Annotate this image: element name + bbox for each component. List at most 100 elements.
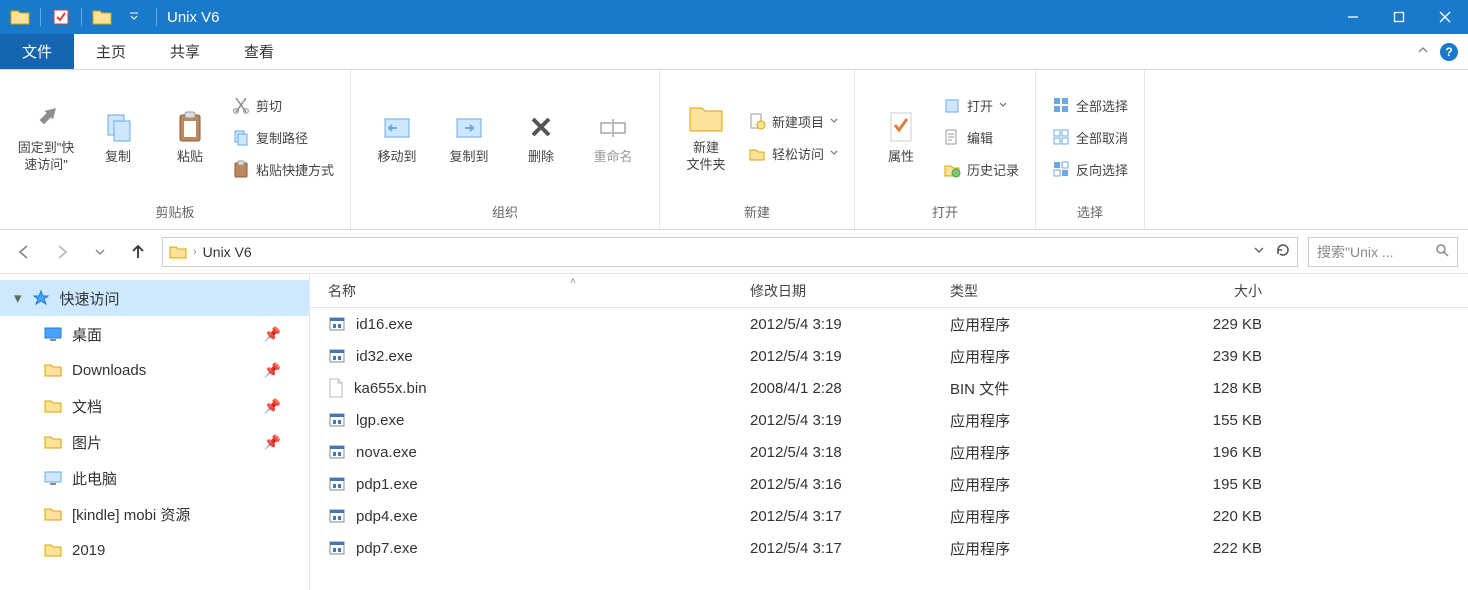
file-type: BIN 文件 [950,378,1150,399]
file-date: 2008/4/1 2:28 [750,380,950,397]
column-size[interactable]: 大小 [1150,281,1280,301]
select-all-button[interactable]: 全部选择 [1052,92,1128,118]
forward-button[interactable] [48,238,76,266]
nav-documents[interactable]: 文档 📌 [0,388,309,424]
cut-button[interactable]: 剪切 [232,92,334,118]
help-icon[interactable]: ? [1440,43,1458,61]
close-button[interactable] [1422,0,1468,34]
file-size: 229 KB [1150,316,1280,333]
delete-button[interactable]: 删除 [505,87,577,187]
file-date: 2012/5/4 3:19 [750,316,950,333]
ribbon-group-clipboard: 固定到"快 速访问" 复制 粘贴 剪切 复制路径 [0,70,351,229]
properties-button[interactable]: 属性 [865,87,937,187]
folder-icon[interactable] [6,3,34,31]
search-icon [1435,243,1449,260]
file-size: 222 KB [1150,540,1280,557]
table-row[interactable]: id16.exe2012/5/4 3:19应用程序229 KB [310,308,1468,340]
history-button[interactable]: 历史记录 [943,156,1019,182]
pin-to-quick-access-button[interactable]: 固定到"快 速访问" [10,87,82,187]
new-folder-quick-icon[interactable] [88,3,116,31]
nav-quick-access-label: 快速访问 [60,288,120,309]
new-item-label: 新建项目 [772,112,824,131]
edit-button[interactable]: 编辑 [943,124,1019,150]
nav-desktop[interactable]: 桌面 📌 [0,316,309,352]
file-list-body: id16.exe2012/5/4 3:19应用程序229 KBid32.exe2… [310,308,1468,564]
tab-share[interactable]: 共享 [148,34,222,69]
nav-2019[interactable]: 2019 [0,532,309,568]
table-row[interactable]: ka655x.bin2008/4/1 2:28BIN 文件128 KB [310,372,1468,404]
column-type[interactable]: 类型 [950,281,1150,301]
address-dropdown-icon[interactable] [1253,244,1265,259]
select-all-label: 全部选择 [1076,96,1128,115]
column-date[interactable]: 修改日期 [750,281,950,301]
qat-customize-icon[interactable] [120,3,148,31]
paste-label: 粘贴 [177,149,203,166]
paste-button[interactable]: 粘贴 [154,87,226,187]
up-button[interactable] [124,238,152,266]
file-type: 应用程序 [950,346,1150,367]
file-size: 220 KB [1150,508,1280,525]
file-list-pane[interactable]: ˄ 名称 修改日期 类型 大小 id16.exe2012/5/4 3:19应用程… [310,274,1468,590]
navigation-pane[interactable]: ▾ 快速访问 桌面 📌 Downloads 📌 文档 📌 图片 [0,274,310,590]
search-input[interactable] [1317,244,1435,260]
history-label: 历史记录 [967,160,1019,179]
address-bar[interactable]: › Unix V6 [162,237,1298,267]
file-date: 2012/5/4 3:18 [750,444,950,461]
back-button[interactable] [10,238,38,266]
breadcrumb-item[interactable]: Unix V6 [203,244,252,260]
nav-downloads[interactable]: Downloads 📌 [0,352,309,388]
copy-path-button[interactable]: 复制路径 [232,124,334,150]
new-folder-button[interactable]: 新建 文件夹 [670,87,742,187]
nav-pictures[interactable]: 图片 📌 [0,424,309,460]
maximize-button[interactable] [1376,0,1422,34]
table-row[interactable]: pdp1.exe2012/5/4 3:16应用程序195 KB [310,468,1468,500]
minimize-button[interactable] [1330,0,1376,34]
desktop-icon [44,327,62,341]
tab-home[interactable]: 主页 [74,34,148,69]
rename-label: 重命名 [594,149,633,166]
file-type: 应用程序 [950,474,1150,495]
file-date: 2012/5/4 3:19 [750,412,950,429]
table-row[interactable]: id32.exe2012/5/4 3:19应用程序239 KB [310,340,1468,372]
nav-this-pc[interactable]: 此电脑 [0,460,309,496]
refresh-icon[interactable] [1275,242,1291,261]
chevron-down-icon [830,149,838,157]
pin-icon: 📌 [264,326,281,343]
ribbon-group-select: 全部选择 全部取消 反向选择 选择 [1036,70,1145,229]
copy-to-button[interactable]: 复制到 [433,87,505,187]
table-row[interactable]: nova.exe2012/5/4 3:18应用程序196 KB [310,436,1468,468]
quick-access-icon [32,289,50,307]
file-name: nova.exe [356,444,417,461]
column-name[interactable]: 名称 [310,281,750,301]
move-to-button[interactable]: 移动到 [361,87,433,187]
tab-file[interactable]: 文件 [0,34,74,69]
application-icon [328,475,346,493]
copy-button[interactable]: 复制 [82,87,154,187]
recent-locations-button[interactable] [86,238,114,266]
easy-access-button[interactable]: 轻松访问 [748,140,838,166]
address-bar-row: › Unix V6 [0,230,1468,274]
tab-view[interactable]: 查看 [222,34,296,69]
table-row[interactable]: lgp.exe2012/5/4 3:19应用程序155 KB [310,404,1468,436]
select-none-button[interactable]: 全部取消 [1052,124,1128,150]
invert-selection-button[interactable]: 反向选择 [1052,156,1128,182]
pin-icon: 📌 [264,434,281,451]
organize-caption: 组织 [351,198,659,229]
expand-icon[interactable]: ▾ [14,289,22,307]
collapse-ribbon-icon[interactable] [1416,43,1430,60]
chevron-down-icon [830,117,838,125]
nav-quick-access[interactable]: ▾ 快速访问 [0,280,309,316]
properties-quick-icon[interactable] [47,3,75,31]
search-box[interactable] [1308,237,1458,267]
table-row[interactable]: pdp4.exe2012/5/4 3:17应用程序220 KB [310,500,1468,532]
new-item-button[interactable]: 新建项目 [748,108,838,134]
open-label: 打开 [967,96,993,115]
table-row[interactable]: pdp7.exe2012/5/4 3:17应用程序222 KB [310,532,1468,564]
file-date: 2012/5/4 3:17 [750,508,950,525]
window-controls [1330,0,1468,34]
chevron-right-icon[interactable]: › [193,246,197,258]
rename-button[interactable]: 重命名 [577,87,649,187]
nav-kindle[interactable]: [kindle] mobi 资源 [0,496,309,532]
paste-shortcut-button[interactable]: 粘贴快捷方式 [232,156,334,182]
open-button[interactable]: 打开 [943,92,1019,118]
